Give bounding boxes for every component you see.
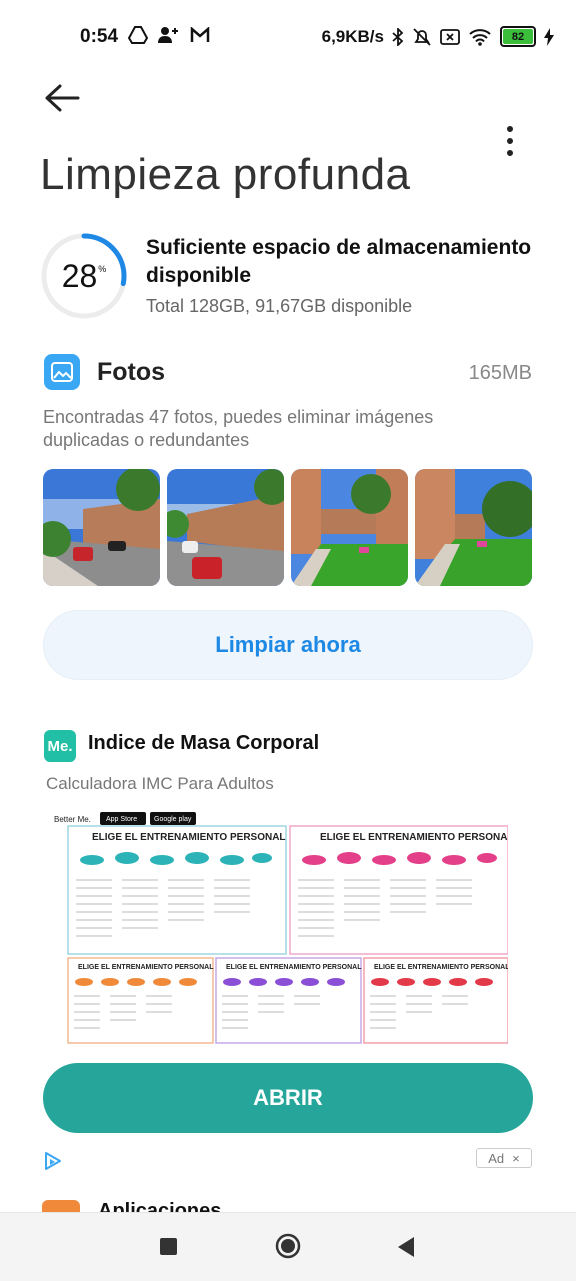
photo-thumbnail[interactable] <box>415 469 532 586</box>
network-speed: 6,9KB/s <box>321 26 384 46</box>
photos-icon <box>44 354 80 390</box>
ad-close-icon[interactable]: × <box>512 1151 520 1166</box>
add-person-icon <box>158 27 178 43</box>
storage-status-title: Suficiente espacio de almacenamiento dis… <box>146 236 532 287</box>
charging-icon <box>544 27 554 46</box>
bluetooth-icon <box>392 27 404 46</box>
clean-now-button[interactable]: Limpiar ahora <box>43 610 533 680</box>
storage-percent-sign: % <box>98 264 107 274</box>
photo-thumbnails <box>43 469 533 586</box>
ad-image-panel-heading: ELIGE EL ENTRENAMIENTO PERSONAL <box>92 832 286 843</box>
recents-button[interactable] <box>160 1238 177 1255</box>
page-title: Limpieza profunda <box>40 150 411 199</box>
photos-size: 165MB <box>468 362 532 384</box>
battery-level: 82 <box>503 29 533 44</box>
photos-title: Fotos <box>97 358 166 386</box>
ad-image-badge-appstore: App Store <box>106 816 137 823</box>
ad-subtitle: Calculadora IMC Para Adultos <box>46 774 274 793</box>
ad-badge[interactable]: Ad × <box>476 1148 532 1168</box>
ad-image-brand: Better Me. <box>54 815 91 824</box>
ad-title[interactable]: Indice de Masa Corporal <box>88 732 319 755</box>
battery-icon: 82 <box>500 26 536 47</box>
storage-status-subtitle: Total 128GB, 91,67GB disponible <box>146 296 413 316</box>
ad-label: Ad <box>488 1150 505 1166</box>
open-button[interactable]: ABRIR <box>43 1063 533 1133</box>
drive-icon <box>128 26 148 44</box>
mute-icon <box>413 27 431 46</box>
photos-description: Encontradas 47 fotos, puedes eliminar im… <box>43 407 434 450</box>
gmail-icon <box>190 27 210 42</box>
more-options-icon[interactable] <box>500 124 520 158</box>
photo-thumbnail[interactable] <box>291 469 408 586</box>
ad-image-panel-heading: ELIGE EL ENTRENAMIENTO PERSONAL <box>374 964 508 971</box>
home-button[interactable] <box>275 1233 301 1259</box>
photo-thumbnail[interactable] <box>167 469 284 586</box>
ad-image-panel-heading: ELIGE EL ENTRENAMIENTO PERSONAL <box>226 964 362 971</box>
wifi-icon <box>469 28 491 46</box>
photo-thumbnail[interactable] <box>43 469 160 586</box>
status-time: 0:54 <box>80 26 119 47</box>
apps-section-title: Aplicaciones <box>98 1200 222 1212</box>
adchoices-icon[interactable] <box>42 1150 64 1172</box>
status-bar: 0:54 6,9KB/s 82 <box>0 0 576 72</box>
ad-image-panel-heading: ELIGE EL ENTRENAMIENTO PERSONAL <box>320 832 508 843</box>
sim-icon <box>440 28 460 45</box>
ad-image-panel-heading: ELIGE EL ENTRENAMIENTO PERSONAL <box>78 964 214 971</box>
back-arrow-icon[interactable] <box>42 80 82 116</box>
storage-percent: 28% <box>40 232 128 320</box>
ad-image-badge-googleplay: Google play <box>154 816 192 823</box>
storage-percent-value: 28 <box>61 257 98 294</box>
ad-banner-image[interactable]: Better Me. App Store Google play ELIGE E… <box>52 808 514 1046</box>
back-button[interactable] <box>396 1236 416 1258</box>
ad-app-logo: Me. <box>44 730 76 762</box>
